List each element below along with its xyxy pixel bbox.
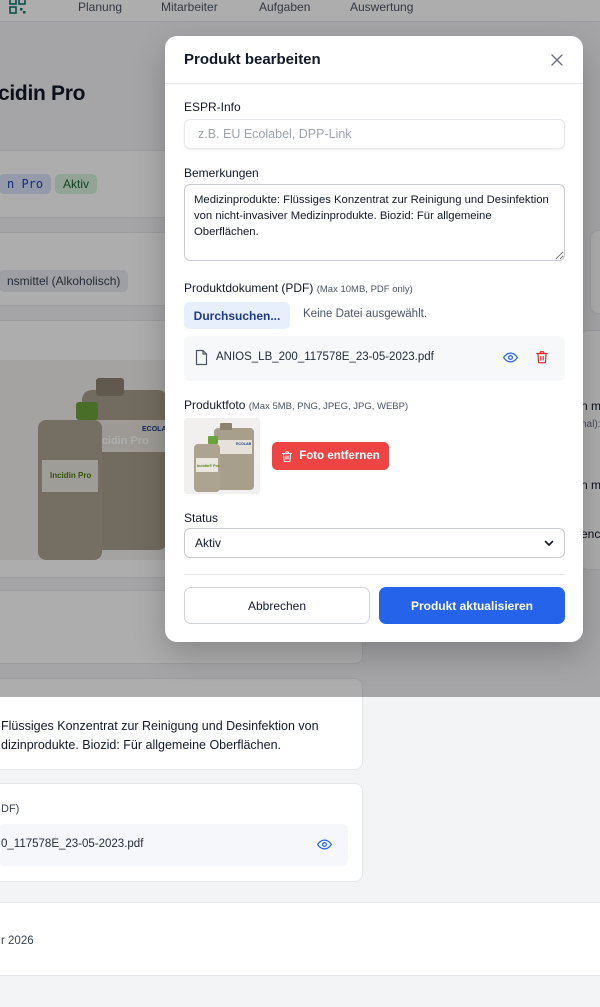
document-name: 0_117578E_23-05-2023.pdf (1, 838, 144, 850)
remove-photo-button[interactable]: Foto entfernen (272, 442, 389, 470)
document-label: Produktdokument (PDF) (Max 10MB, PDF onl… (184, 281, 413, 295)
document-file-row: ANIOS_LB_200_117578E_23-05-2023.pdf (184, 336, 565, 381)
edit-product-modal: Produkt bearbeiten ESPR-Info Bemerkungen… (165, 36, 583, 642)
document-file-name[interactable]: ANIOS_LB_200_117578E_23-05-2023.pdf (216, 351, 434, 363)
status-select[interactable]: Aktiv (184, 528, 565, 558)
photo-label: Produktfoto (Max 5MB, PNG, JPEG, JPG, WE… (184, 398, 408, 412)
remarks-line-1: Flüssiges Konzentrat zur Reinigung und D… (1, 719, 319, 733)
view-document-icon[interactable] (316, 837, 333, 852)
no-file-text: Keine Datei ausgewählt. (303, 308, 428, 320)
meta-card: r 2026 (0, 902, 600, 976)
thumb-product-text: Incidin® Pro (197, 464, 220, 468)
date-text: r 2026 (1, 935, 34, 947)
document-row: 0_117578E_23-05-2023.pdf (0, 824, 348, 866)
modal-header: Produkt bearbeiten (165, 36, 583, 84)
modal-title: Produkt bearbeiten (184, 51, 321, 68)
photo-label-text: Produktfoto (184, 398, 246, 412)
delete-document-icon[interactable] (535, 349, 549, 365)
update-product-button[interactable]: Produkt aktualisieren (379, 587, 565, 624)
photo-hint: (Max 5MB, PNG, JPEG, JPG, WEBP) (248, 401, 409, 412)
cancel-button[interactable]: Abbrechen (184, 587, 370, 624)
file-icon (195, 349, 208, 366)
trash-icon (282, 450, 293, 462)
document-label: DF) (1, 803, 20, 815)
footer-divider (184, 574, 565, 575)
status-selected-value: Aktiv (195, 536, 222, 550)
document-label-text: Produktdokument (PDF) (184, 281, 314, 295)
document-hint: (Max 10MB, PDF only) (316, 284, 413, 295)
espr-input[interactable] (184, 119, 565, 149)
status-label: Status (184, 511, 219, 525)
remarks-line-2: dizinprodukte. Biozid: Für allgemeine Ob… (1, 738, 282, 752)
remarks-label: Bemerkungen (184, 166, 259, 180)
view-document-icon[interactable] (502, 350, 519, 365)
remarks-textarea[interactable]: Medizinprodukte: Flüssiges Konzentrat zu… (184, 184, 565, 261)
espr-label: ESPR-Info (184, 100, 241, 114)
browse-button[interactable]: Durchsuchen... (184, 302, 290, 329)
chevron-down-icon (544, 540, 554, 546)
document-card: DF) 0_117578E_23-05-2023.pdf (0, 783, 363, 882)
product-photo-thumbnail: ECOLAB Incidin® Pro (184, 418, 260, 494)
thumb-brand-text: ECOLAB (236, 442, 252, 446)
remove-photo-label: Foto entfernen (299, 450, 380, 462)
close-icon[interactable] (549, 52, 565, 68)
